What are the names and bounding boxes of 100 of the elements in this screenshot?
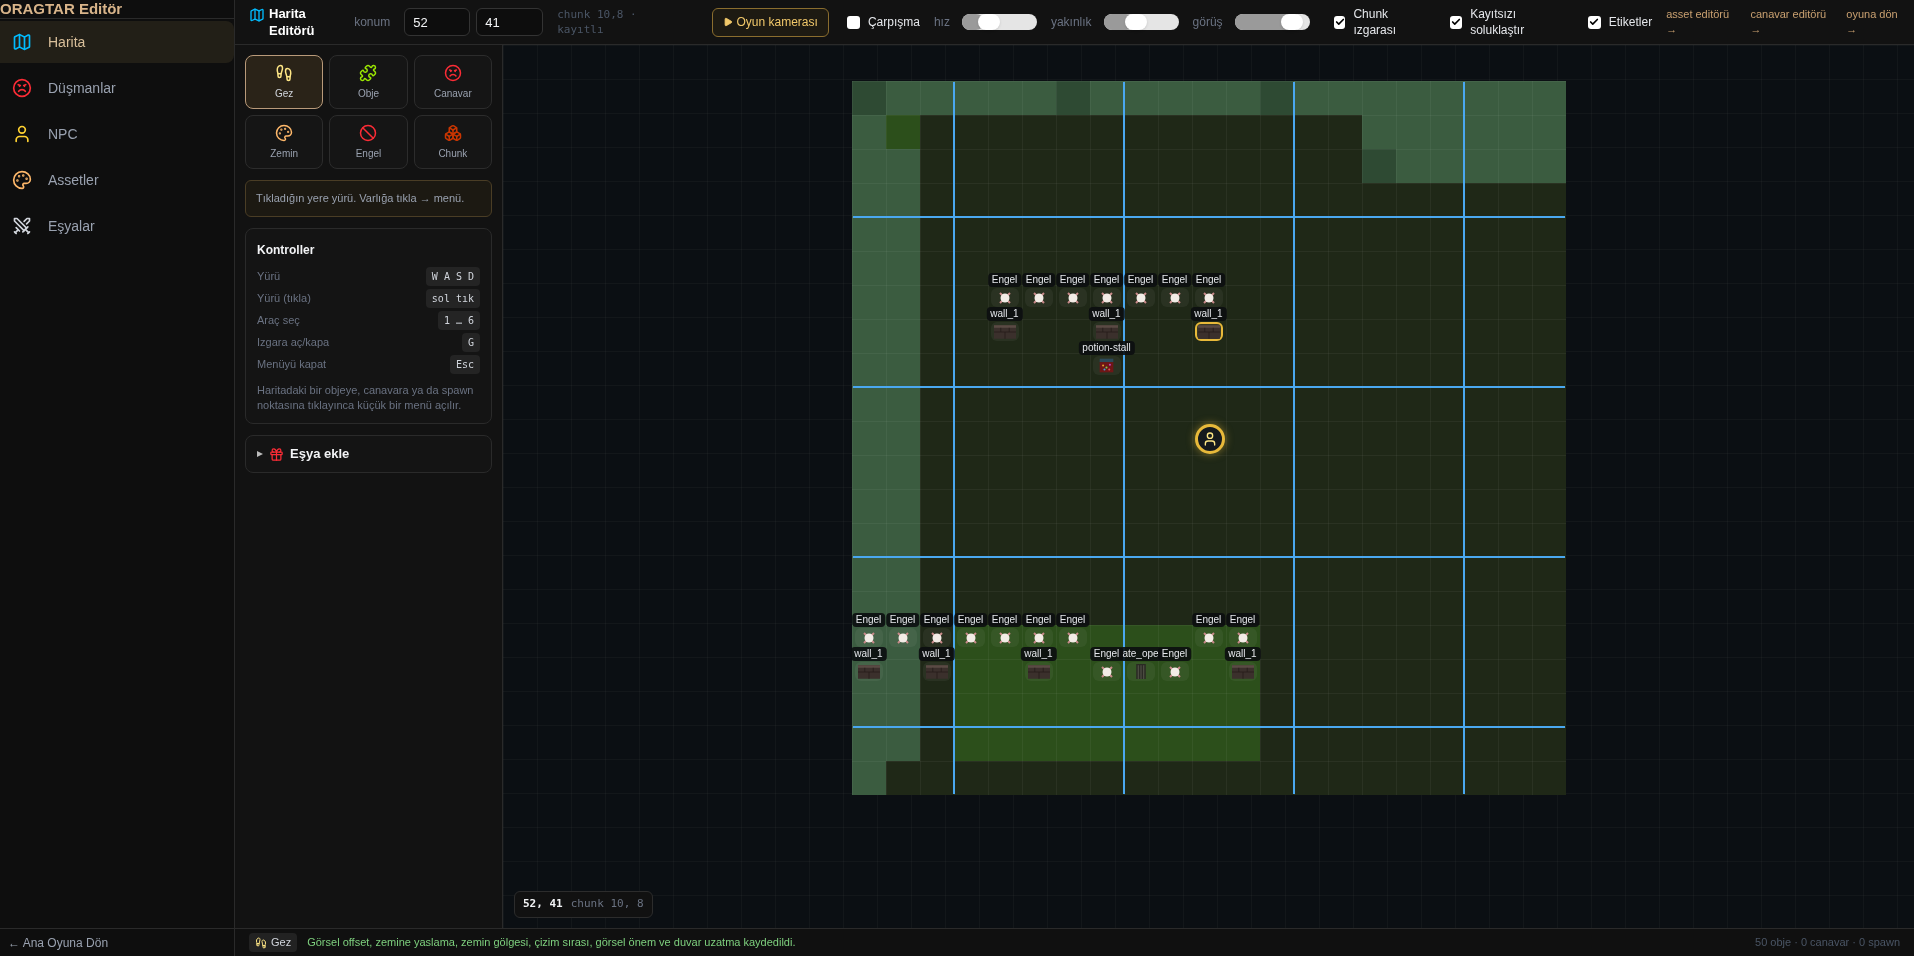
checkbox-label: Etiketler — [1608, 14, 1653, 30]
control-label: Yürü — [257, 268, 281, 284]
tool-button[interactable]: Zemin — [245, 115, 324, 169]
map-entity[interactable] — [1092, 288, 1121, 307]
map-entity[interactable] — [922, 628, 951, 647]
tool-button[interactable]: Chunk — [413, 115, 492, 169]
check-icon — [1334, 17, 1345, 27]
tool-button[interactable]: Gez — [245, 55, 324, 109]
map-entity[interactable] — [1058, 628, 1087, 647]
footprints-icon — [255, 936, 267, 949]
slider[interactable] — [961, 14, 1037, 30]
sidebar-item[interactable]: Harita — [0, 21, 234, 63]
slider-label: yakınlık — [1050, 14, 1092, 31]
checkbox[interactable] — [846, 15, 860, 29]
nav-link[interactable]: oyuna dön → — [1846, 7, 1906, 37]
map-entity[interactable] — [1194, 288, 1223, 307]
map-entity[interactable] — [888, 628, 917, 647]
slider-thumb[interactable] — [977, 14, 1000, 30]
entity-label: Engel — [919, 613, 954, 627]
map-entity[interactable] — [854, 628, 883, 647]
status-message: Görsel offset, zemine yaslama, zemin gölgesi, çizim sırası, görsel önem ve duvar uzatma kaydedildi. — [307, 935, 796, 951]
block-marker-icon — [963, 630, 978, 645]
block-marker-icon — [1133, 290, 1148, 305]
block-marker-icon — [1065, 630, 1080, 645]
check-icon — [1451, 17, 1462, 27]
card-title: Kontroller — [257, 242, 316, 259]
key-badge: 1 … 6 — [437, 310, 480, 330]
add-item-section[interactable]: Eşya ekle — [245, 435, 492, 473]
swords-icon — [12, 216, 32, 236]
block-marker-icon — [1201, 630, 1216, 645]
map-entity[interactable] — [990, 288, 1019, 307]
block-marker-icon — [929, 630, 944, 645]
boxes-icon — [443, 123, 462, 142]
slider-label: görüş — [1192, 14, 1223, 31]
back-link[interactable]: ← Ana Oyuna Dön — [8, 933, 109, 952]
block-marker-icon — [1065, 290, 1080, 305]
nav-link[interactable]: canavar editörü → — [1750, 7, 1833, 37]
block-marker-icon — [895, 630, 910, 645]
checkbox[interactable] — [1450, 15, 1463, 29]
control-label: Menüyü kapat — [257, 356, 327, 372]
map-icon — [249, 7, 265, 23]
sidebar-item[interactable]: NPC — [0, 113, 234, 155]
nav-link[interactable]: asset editörü → — [1666, 7, 1737, 37]
tool-button[interactable]: Obje — [329, 55, 408, 109]
map-icon — [12, 32, 32, 52]
sidebar-item[interactable]: Assetler — [0, 159, 234, 201]
wall-sprite-icon — [1197, 324, 1220, 339]
map-entity[interactable] — [1126, 288, 1155, 307]
sidebar-item[interactable]: Düşmanlar — [0, 67, 234, 109]
map-entity[interactable] — [1024, 288, 1053, 307]
control-label: Araç seç — [257, 312, 300, 328]
control-label: Yürü (tıkla) — [257, 290, 311, 306]
slider-thumb[interactable] — [1281, 14, 1304, 30]
status-counts: 50 obje · 0 canavar · 0 spawn — [1755, 935, 1900, 951]
angry-face-icon — [443, 63, 462, 82]
map-entity[interactable] — [1024, 628, 1053, 647]
block-marker-icon — [997, 630, 1012, 645]
block-marker-icon — [1031, 630, 1046, 645]
page-title: Harita Editörü — [269, 5, 316, 39]
map-entity[interactable] — [1160, 662, 1189, 681]
gate-icon — [1135, 664, 1146, 679]
entity-label: potion-stall — [1078, 341, 1135, 355]
block-marker-icon — [1099, 290, 1114, 305]
entity-label: wall_1 — [1020, 647, 1057, 661]
sidebar-item[interactable]: Eşyalar — [0, 205, 234, 247]
entity-label: Engel — [1123, 273, 1158, 287]
entity-label: Engel — [987, 273, 1022, 287]
map-entity[interactable] — [1194, 628, 1223, 647]
x-field[interactable]: 52 — [404, 8, 471, 36]
position-label: konum — [354, 14, 391, 31]
game-camera-button[interactable]: Oyun kamerası — [711, 7, 829, 37]
play-icon — [722, 17, 733, 27]
checkbox[interactable] — [1333, 15, 1346, 29]
map-entity[interactable] — [1092, 662, 1121, 681]
map-entity[interactable] — [1160, 288, 1189, 307]
block-marker-icon — [1031, 290, 1046, 305]
map-entity[interactable] — [1058, 288, 1087, 307]
block-marker-icon — [1099, 664, 1114, 679]
entity-label: Engel — [1021, 613, 1056, 627]
footprints-icon — [275, 63, 294, 82]
tool-badge: Gez — [249, 933, 298, 952]
y-field[interactable]: 41 — [476, 8, 544, 36]
entity-label: wall_1 — [1088, 307, 1125, 321]
checkbox-label: Chunk ızgarası — [1353, 6, 1398, 38]
key-badge: W A S D — [425, 266, 480, 286]
help-text: Haritadaki bir objeye, canavara ya da spawn noktasına tıklayınca küçük bir menü açılır. — [257, 383, 475, 413]
control-label: Izgara aç/kapa — [257, 334, 330, 350]
map-entity[interactable] — [1228, 628, 1257, 647]
tool-button[interactable]: Engel — [329, 115, 408, 169]
map-entity[interactable] — [990, 628, 1019, 647]
tile-map-drawing[interactable] — [851, 81, 1566, 795]
block-marker-icon — [1201, 290, 1216, 305]
map-entity[interactable] — [956, 628, 985, 647]
gift-icon — [269, 446, 284, 462]
block-marker-icon — [1167, 290, 1182, 305]
entity-label: wall_1 — [986, 307, 1023, 321]
checkbox[interactable] — [1587, 15, 1601, 29]
slider-thumb[interactable] — [1124, 14, 1147, 30]
tool-button[interactable]: Canavar — [413, 55, 492, 109]
slider[interactable] — [1103, 14, 1179, 30]
